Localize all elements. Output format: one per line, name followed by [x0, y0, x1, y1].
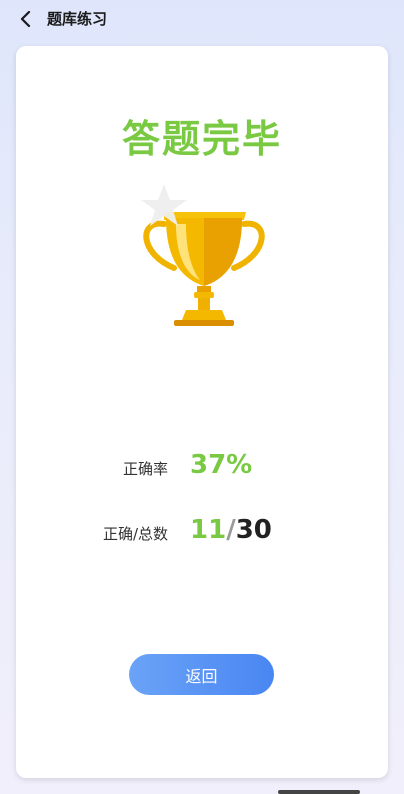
trophy-icon [141, 184, 265, 326]
correct-count: 11 [190, 515, 227, 545]
total-count: 30 [235, 515, 272, 545]
top-bar: 题库练习 [0, 0, 404, 40]
result-card: 答题完毕 正确率 37% 正确/总数 11/30 返回 [16, 46, 388, 778]
home-indicator [278, 790, 360, 794]
separator: / [226, 515, 236, 545]
completion-heading: 答题完毕 [121, 117, 282, 161]
back-button[interactable] [14, 8, 38, 30]
correct-total-value: 11/30 [190, 515, 272, 545]
accuracy-value: 37% [190, 450, 253, 480]
accuracy-label: 正确率 [122, 460, 168, 478]
chevron-left-icon [20, 11, 31, 27]
page-title: 题库练习 [47, 10, 108, 28]
correct-total-label: 正确/总数 [102, 525, 168, 543]
return-button[interactable]: 返回 [129, 654, 274, 695]
